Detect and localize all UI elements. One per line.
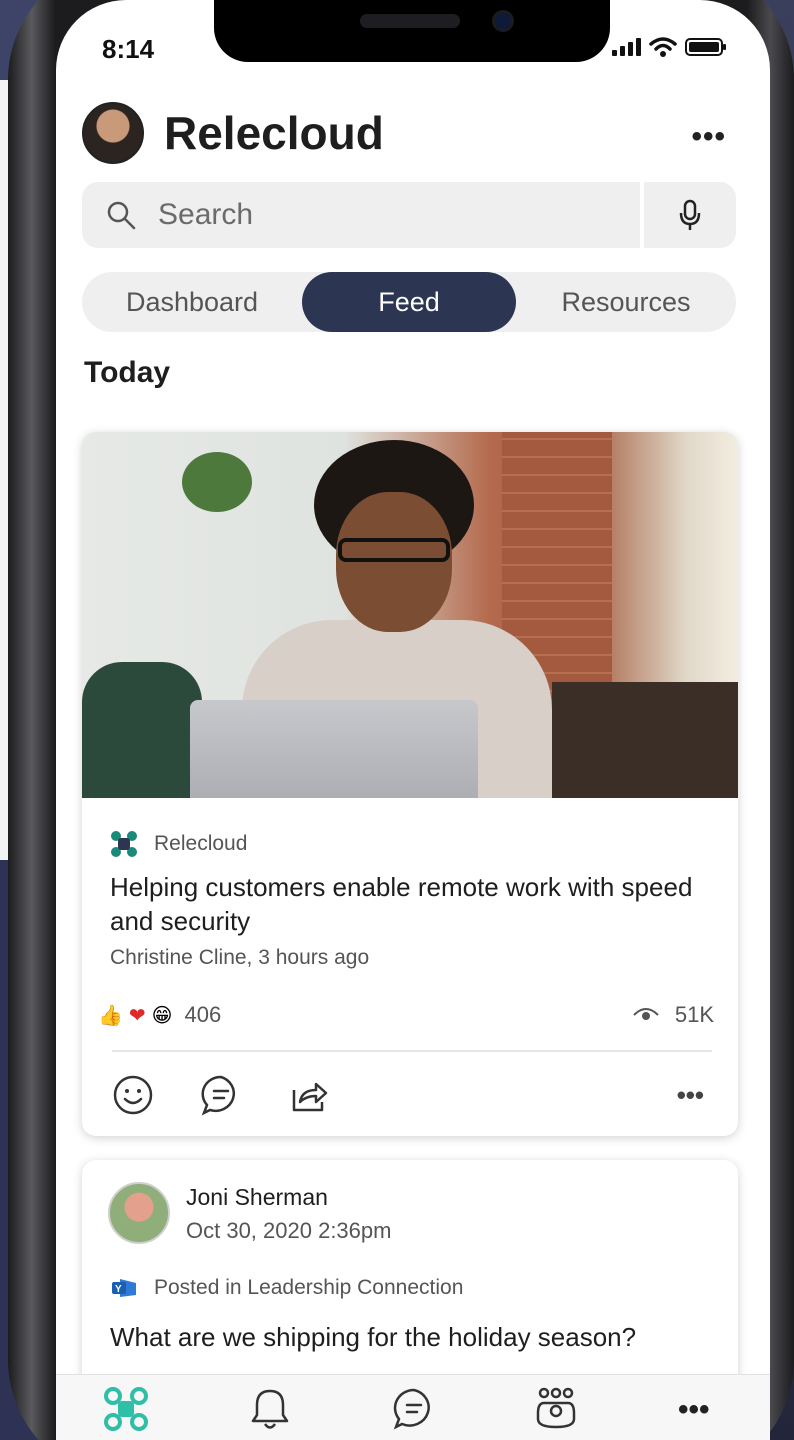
heart-icon: ❤ (128, 1004, 146, 1027)
tab-resources[interactable]: Resources (516, 272, 736, 332)
post-author[interactable]: Joni Sherman (186, 1184, 328, 1211)
tab-feed[interactable]: Feed (302, 272, 516, 332)
search-divider (640, 182, 644, 248)
section-heading: Today (84, 356, 171, 389)
svg-text:Y: Y (115, 1284, 122, 1295)
status-time: 8:14 (102, 34, 155, 64)
search-input[interactable]: Search (158, 198, 253, 232)
microphone-icon[interactable] (678, 199, 702, 231)
search-icon (107, 201, 136, 230)
bell-icon[interactable] (248, 1387, 292, 1431)
posted-in-label: Posted in Leadership Connection (154, 1276, 464, 1299)
post-actions (112, 1074, 330, 1116)
share-icon[interactable] (288, 1074, 330, 1116)
posted-in[interactable]: Y Posted in Leadership Connection (110, 1276, 463, 1300)
view-count: 51K (674, 1002, 714, 1027)
avatar[interactable] (82, 102, 144, 164)
speaker (360, 14, 460, 28)
tab-dashboard[interactable]: Dashboard (82, 272, 302, 332)
divider (112, 1050, 712, 1052)
post-title[interactable]: Helping customers enable remote work wit… (110, 870, 710, 938)
nav-home-icon[interactable] (104, 1387, 148, 1431)
battery-icon (685, 38, 726, 56)
react-smiley-icon[interactable] (112, 1074, 154, 1116)
app-header: Relecloud ••• (82, 102, 742, 164)
post-more-button[interactable]: ••• (677, 1080, 704, 1111)
status-icons (612, 36, 726, 58)
avatar[interactable] (108, 1182, 170, 1244)
post-date: Oct 30, 2020 2:36pm (186, 1218, 392, 1243)
post-source-label: Relecloud (154, 832, 248, 855)
tab-bar: Dashboard Feed Resources (82, 272, 736, 332)
feed-card[interactable]: Relecloud Helping customers enable remot… (82, 432, 738, 1136)
thumbs-up-icon: 👍 (98, 1004, 123, 1027)
post-byline: Christine Cline, 3 hours ago (110, 946, 370, 969)
post-image (82, 432, 738, 798)
notch (214, 0, 610, 62)
comment-icon[interactable] (200, 1074, 242, 1116)
bottom-navigation: ••• (56, 1374, 770, 1440)
laugh-icon: 😁 (151, 1004, 173, 1027)
phone-screen: 8:14 Relecloud ••• Search Dashboard Feed… (56, 0, 770, 1440)
reaction-count: 406 (184, 1002, 222, 1027)
cellular-signal-icon (612, 38, 641, 56)
more-options-button[interactable]: ••• (691, 120, 726, 154)
communities-icon[interactable] (534, 1387, 578, 1431)
eye-icon (633, 1008, 659, 1020)
view-summary: 51K (633, 1002, 714, 1028)
post-source: Relecloud (110, 830, 247, 858)
relecloud-logo-icon (111, 831, 137, 857)
reaction-summary[interactable]: 👍 ❤ 😁 406 (98, 1002, 221, 1028)
wifi-icon (649, 37, 677, 57)
yammer-icon: Y (112, 1279, 136, 1297)
page-title: Relecloud (164, 107, 384, 159)
search-bar[interactable]: Search (82, 182, 736, 248)
chat-icon[interactable] (392, 1387, 436, 1431)
post-text[interactable]: What are we shipping for the holiday sea… (110, 1322, 636, 1353)
nav-more-button[interactable]: ••• (678, 1393, 710, 1427)
front-camera (492, 10, 514, 32)
